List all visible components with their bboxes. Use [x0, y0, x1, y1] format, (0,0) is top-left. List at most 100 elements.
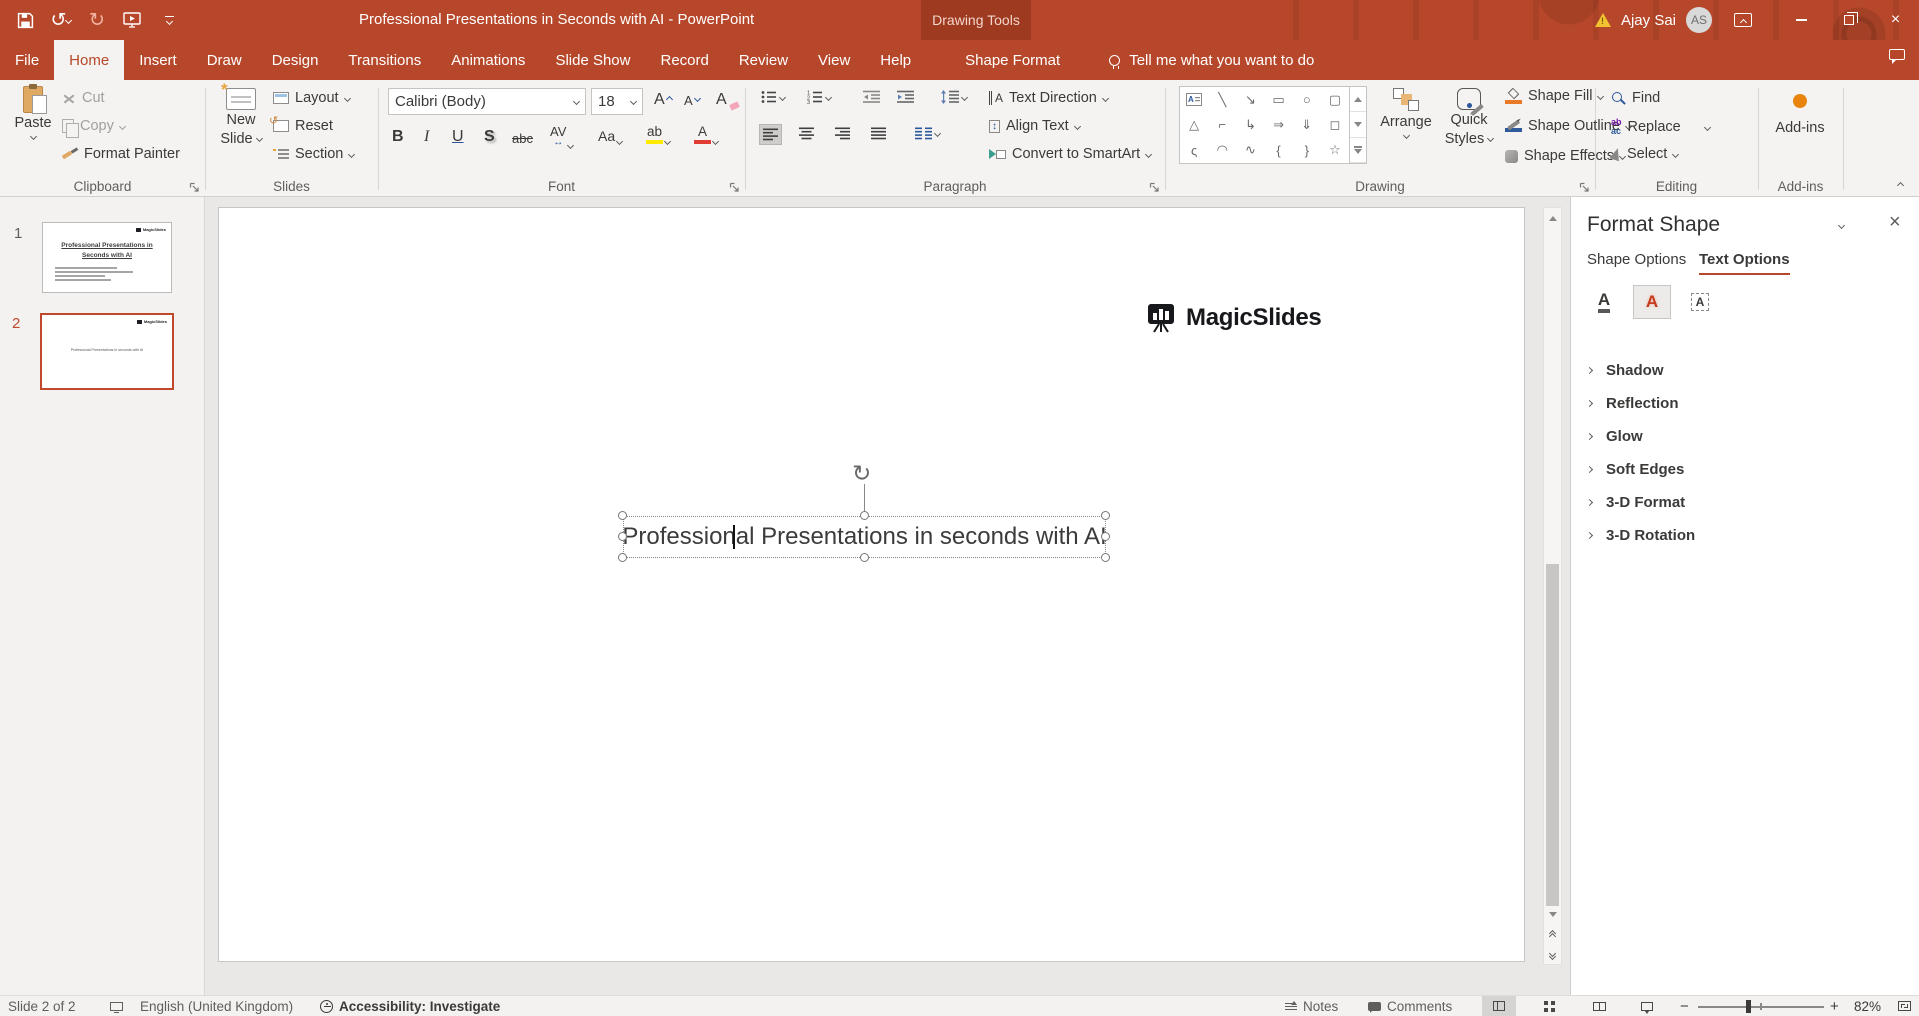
new-slide-button[interactable]: * New Slide: [215, 88, 267, 147]
underline-button[interactable]: U: [452, 128, 464, 146]
redo-icon[interactable]: ↻: [86, 9, 108, 31]
find-button[interactable]: Find: [1611, 90, 1660, 106]
selection-handle[interactable]: [618, 511, 627, 520]
add-ins-button[interactable]: Add-ins: [1774, 94, 1826, 137]
gallery-more-icon[interactable]: [1350, 138, 1366, 163]
selection-handle[interactable]: [618, 532, 627, 541]
line-shape-icon[interactable]: ╲: [1208, 87, 1236, 112]
numbering-button[interactable]: 123: [807, 90, 831, 104]
columns-button[interactable]: [915, 127, 940, 140]
arrow-shape-icon[interactable]: ↘: [1236, 87, 1264, 112]
copy-button[interactable]: Copy: [62, 118, 125, 134]
reading-view-button[interactable]: [1582, 996, 1616, 1016]
textbox-options-icon[interactable]: A: [1681, 285, 1719, 319]
slide-2-canvas[interactable]: MagicSlides ↻ Professional Presentations…: [218, 207, 1525, 962]
character-spacing-button[interactable]: AV↔: [550, 125, 573, 148]
start-slideshow-icon[interactable]: [122, 9, 144, 31]
text-box-shape-icon[interactable]: A: [1180, 87, 1208, 112]
selection-handle[interactable]: [860, 511, 869, 520]
reset-button[interactable]: Reset: [273, 118, 333, 134]
tab-draw[interactable]: Draw: [192, 40, 257, 80]
undo-icon[interactable]: ↺: [50, 9, 72, 31]
shrink-font-button[interactable]: A: [684, 93, 700, 108]
font-size-combobox[interactable]: 18: [591, 88, 643, 115]
comments-icon[interactable]: [1889, 49, 1905, 60]
undo-dropdown-icon[interactable]: [65, 16, 72, 23]
decrease-indent-button[interactable]: [863, 90, 880, 104]
bullets-button[interactable]: [761, 90, 785, 104]
customize-quick-access-icon[interactable]: [158, 9, 180, 31]
select-button[interactable]: Select: [1611, 146, 1678, 162]
comments-toggle[interactable]: Comments: [1368, 996, 1452, 1016]
close-button[interactable]: ×: [1872, 0, 1919, 40]
arc-shape-icon[interactable]: ◠: [1208, 138, 1236, 163]
tab-design[interactable]: Design: [257, 40, 334, 80]
tab-shape-options[interactable]: Shape Options: [1587, 251, 1686, 273]
scrollbar-thumb[interactable]: [1546, 564, 1559, 906]
warning-icon[interactable]: [1595, 13, 1611, 27]
star-shape-icon[interactable]: ☆: [1321, 138, 1349, 163]
elbow-arrow-icon[interactable]: ↳: [1236, 112, 1264, 137]
align-text-button[interactable]: ↕ Align Text: [989, 118, 1080, 134]
quick-styles-button[interactable]: Quick Styles: [1439, 88, 1499, 147]
tab-animations[interactable]: Animations: [436, 40, 540, 80]
text-fill-outline-icon[interactable]: A: [1585, 285, 1623, 319]
convert-to-smartart-button[interactable]: Convert to SmartArt: [989, 146, 1151, 162]
replace-button[interactable]: abac Replace: [1611, 118, 1710, 136]
tab-insert[interactable]: Insert: [124, 40, 192, 80]
paragraph-dialog-launcher-icon[interactable]: [1149, 181, 1160, 192]
restore-button[interactable]: [1825, 0, 1872, 40]
save-icon[interactable]: [14, 9, 36, 31]
rotate-handle-icon[interactable]: ↻: [852, 460, 871, 487]
selected-text-box[interactable]: Professional Presentations in seconds wi…: [623, 516, 1106, 558]
down-arrow-shape-icon[interactable]: ⇓: [1293, 112, 1321, 137]
selection-handle[interactable]: [860, 553, 869, 562]
drawing-dialog-launcher-icon[interactable]: [1579, 181, 1590, 192]
arrange-button[interactable]: Arrange: [1377, 88, 1435, 138]
previous-slide-button[interactable]: [1544, 926, 1561, 944]
tab-home[interactable]: Home: [54, 40, 124, 80]
section-glow[interactable]: Glow: [1571, 421, 1919, 451]
layout-button[interactable]: Layout: [273, 90, 350, 106]
text-effects-icon[interactable]: A: [1633, 285, 1671, 319]
align-center-button[interactable]: [799, 127, 814, 140]
slide-thumbnail-1[interactable]: MagicSlides Professional Presentations i…: [42, 222, 172, 293]
section-3d-rotation[interactable]: 3-D Rotation: [1571, 520, 1919, 550]
paste-button[interactable]: Paste: [8, 86, 58, 139]
text-direction-button[interactable]: A Text Direction: [989, 90, 1108, 106]
accessibility-status[interactable]: Accessibility: Investigate: [320, 996, 500, 1016]
notes-toggle[interactable]: Notes: [1285, 996, 1338, 1016]
oval-shape-icon[interactable]: ○: [1293, 87, 1321, 112]
gallery-scroll-up-icon[interactable]: [1350, 87, 1366, 112]
collapse-ribbon-icon[interactable]: [1897, 182, 1904, 189]
selection-handle[interactable]: [1101, 532, 1110, 541]
curve-shape-icon[interactable]: ∿: [1236, 138, 1264, 163]
grow-font-button[interactable]: A: [654, 91, 672, 109]
zoom-level[interactable]: 82%: [1854, 996, 1881, 1016]
justify-button[interactable]: [871, 127, 886, 140]
format-painter-button[interactable]: Format Painter: [62, 146, 180, 162]
display-settings-icon[interactable]: [110, 996, 123, 1016]
cut-button[interactable]: Cut: [62, 90, 105, 106]
zoom-slider-handle[interactable]: [1746, 1000, 1751, 1013]
tab-record[interactable]: Record: [645, 40, 723, 80]
vertical-scrollbar[interactable]: [1543, 207, 1562, 965]
slide-sorter-view-button[interactable]: [1532, 996, 1566, 1016]
corner-shape-icon[interactable]: ◻: [1321, 112, 1349, 137]
slide-show-button[interactable]: [1630, 996, 1664, 1016]
pane-collapse-icon[interactable]: [1838, 222, 1845, 229]
line-spacing-button[interactable]: [941, 90, 967, 104]
scroll-up-icon[interactable]: [1544, 208, 1561, 228]
increase-indent-button[interactable]: [897, 90, 914, 104]
tab-file[interactable]: File: [0, 40, 54, 80]
section-button[interactable]: Section: [273, 146, 354, 162]
text-box-text[interactable]: Professional Presentations in seconds wi…: [622, 523, 1106, 551]
tab-shape-format[interactable]: Shape Format: [950, 40, 1075, 80]
highlight-color-button[interactable]: ab: [646, 125, 670, 144]
rounded-rect-shape-icon[interactable]: ▢: [1321, 87, 1349, 112]
normal-view-button[interactable]: [1482, 996, 1516, 1016]
italic-button[interactable]: I: [424, 128, 429, 146]
section-shadow[interactable]: Shadow: [1571, 355, 1919, 385]
left-brace-shape-icon[interactable]: {: [1264, 138, 1292, 163]
clear-formatting-button[interactable]: A: [716, 91, 739, 109]
